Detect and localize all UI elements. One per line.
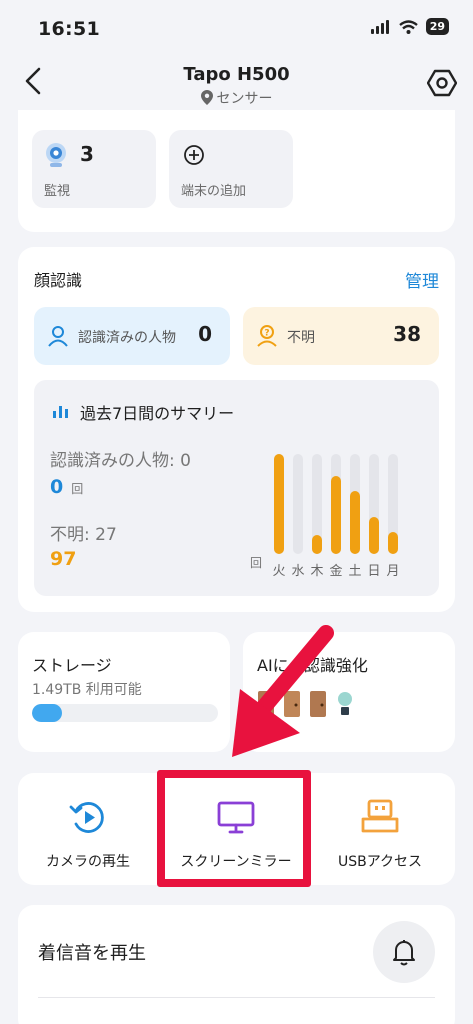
divider [38,997,435,998]
battery-indicator: 29 [425,18,449,35]
usb-access-button[interactable]: USBアクセス [310,773,450,885]
location-pin-icon [200,90,213,105]
day-label: 月 [386,564,400,579]
bar [274,454,284,554]
status-time: 16:51 [38,18,100,40]
signal-icon [370,19,389,34]
camera-playback-icon [69,802,104,833]
status-icons: 29 [370,18,449,35]
unknown-label: 不明 [287,330,315,346]
bar-track [331,454,341,554]
bar [350,491,360,554]
summary-known-value: 0 [50,476,64,498]
subtitle-text: センサー [216,91,273,107]
ringtone-card: 着信音を再生 [18,905,455,1024]
chart-axis-unit: 回 [250,556,263,570]
day-label: 日 [367,564,381,579]
known-label: 認識済みの人物 [78,330,176,346]
ringtone-title: 着信音を再生 [38,943,146,964]
red-arrow-icon [232,625,334,757]
monitor-label: 監視 [44,184,71,199]
monitor-count: 3 [80,142,94,166]
summary-known-label: 認識済みの人物: 0 [50,451,191,471]
known-value: 0 [198,322,212,346]
day-label: 木 [310,564,324,579]
storage-subtitle: 1.49TB 利用可能 [32,682,142,698]
monitor-tile[interactable]: 3 監視 [32,130,156,208]
unknown-value: 38 [393,322,421,346]
bar-chart-icon [53,406,68,418]
bar-track [312,454,322,554]
add-device-label: 端末の追加 [181,184,247,199]
person-icon [48,326,68,347]
status-bar: 16:51 29 [0,0,473,56]
day-label: 金 [329,564,343,579]
ringtone-button[interactable] [373,921,435,983]
usb-icon [361,799,399,833]
day-label: 土 [348,564,362,579]
devices-card: 3 監視 端末の追加 [18,110,455,232]
summary-known-value-row: 0回 [50,476,83,498]
weekly-summary[interactable]: 過去7日間のサマリー 認識済みの人物: 0 0回 不明: 27 97 回 火水木… [34,380,439,596]
summary-unknown-value: 97 [50,548,77,570]
playback-label: カメラの再生 [46,854,130,870]
known-people-pill[interactable]: 認識済みの人物 0 [34,307,230,365]
bar [369,516,379,554]
page-title: Tapo H500 [183,64,290,85]
bar-track [350,454,360,554]
day-label: 火 [272,564,286,579]
bar [312,535,322,554]
nav-header: Tapo H500 センサー [0,56,473,112]
face-title: 顔認識 [34,271,83,290]
summary-unknown-label: 不明: 27 [50,525,117,545]
bar-track [369,454,379,554]
bell-icon [393,940,415,966]
wifi-icon [398,19,418,34]
storage-card[interactable]: ストレージ 1.49TB 利用可能 [18,632,230,752]
plus-circle-icon [184,145,204,165]
unknown-people-pill[interactable]: ? 不明 38 [243,307,439,365]
face-recognition-card: 顔認識 管理 認識済みの人物 0 ? 不明 38 過去7日間のサマリー 認識済み… [18,247,455,612]
usb-access-label: USBアクセス [337,854,423,870]
weekly-bar-chart [274,454,439,554]
bar [388,531,398,554]
bar [331,476,341,554]
add-device-tile[interactable]: 端末の追加 [169,130,293,208]
day-label: 水 [291,564,305,579]
settings-hex-icon[interactable] [427,68,457,98]
camera-icon [46,143,66,167]
bar-track [274,454,284,554]
storage-title: ストレージ [32,656,112,675]
highlight-box [157,770,311,887]
storage-bar-fill [32,704,62,722]
summary-unit: 回 [71,482,84,496]
bar-track [388,454,398,554]
manage-link[interactable]: 管理 [405,267,439,292]
svg-text:?: ? [264,329,269,339]
summary-title: 過去7日間のサマリー [80,404,235,423]
playback-button[interactable]: カメラの再生 [18,773,158,885]
page-subtitle: センサー [0,88,473,108]
unknown-person-icon: ? [257,325,277,347]
storage-bar [32,704,218,722]
bar-track [293,454,303,554]
